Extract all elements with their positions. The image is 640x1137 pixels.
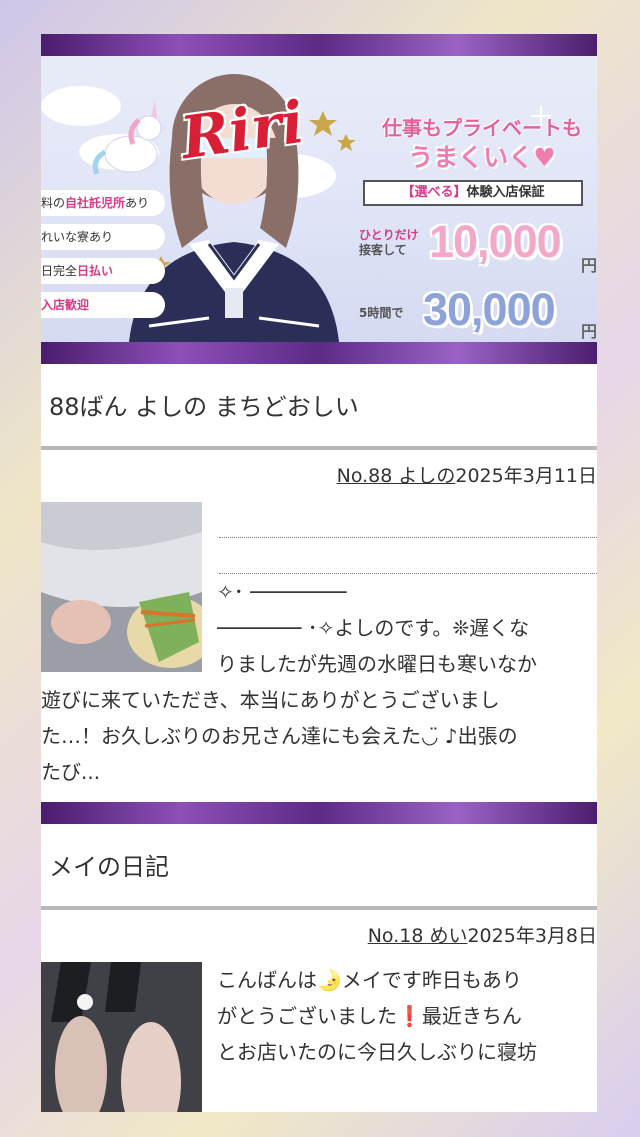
post-date: 2025年3月8日: [467, 925, 597, 947]
diary-post[interactable]: メイの日記 No.18 めい2025年3月8日 こんばんは🌛メイです昨日もあり …: [41, 824, 597, 1112]
guarantee-ribbon: 【選べる】体験入店保証: [363, 180, 583, 206]
perk-item: 料の自社託児所あり: [41, 190, 165, 216]
promo-banner[interactable]: Riri 料の自社託児所あり れいな寮あり 日完全日払い 入店歓迎 仕事もプライ…: [41, 56, 597, 342]
post-author-link[interactable]: No.88 よしの: [337, 465, 456, 487]
page-frame: Riri 料の自社託児所あり れいな寮あり 日完全日払い 入店歓迎 仕事もプライ…: [41, 34, 597, 1112]
post-excerpt-continued: 遊びに来ていただき、本当にありがとうございまし た…！お久しぶりのお兄さん達にも…: [41, 688, 518, 784]
post-title[interactable]: メイの日記: [41, 824, 597, 910]
post-author-link[interactable]: No.18 めい: [368, 925, 468, 947]
post-title[interactable]: 88ばん よしの まちどおしい: [41, 364, 597, 450]
post-body: ✧･ ──────── ─────── ･✧よしのです。❊遅くな りましたが先週…: [41, 502, 597, 790]
promo1-amount: 10,000: [429, 216, 562, 267]
tagline-1: 仕事もプライベートも: [382, 116, 582, 140]
post-meta: No.88 よしの2025年3月11日: [41, 450, 597, 502]
top-purple-bar: [41, 34, 597, 56]
promo2-amount: 30,000: [423, 284, 556, 335]
post-excerpt: ✧･ ──────── ─────── ･✧よしのです。❊遅くな りましたが先週…: [217, 580, 537, 676]
perk-item: れいな寮あり: [41, 224, 165, 250]
perk-list: 料の自社託児所あり れいな寮あり 日完全日払い 入店歓迎: [41, 190, 165, 326]
promo2-label: 5時間で: [359, 306, 404, 320]
perk-item: 入店歓迎: [41, 292, 165, 318]
yen-label: 円: [581, 256, 597, 275]
post-date: 2025年3月11日: [455, 465, 597, 487]
diary-post[interactable]: 88ばん よしの まちどおしい No.88 よしの2025年3月11日 ✧･ ─…: [41, 364, 597, 790]
post-body: こんばんは🌛メイです昨日もあり がとうございました❗最近きちん とお店いたのに今…: [41, 962, 597, 1112]
post-meta: No.18 めい2025年3月8日: [41, 910, 597, 962]
purple-divider: [41, 342, 597, 364]
perk-item: 日完全日払い: [41, 258, 165, 284]
divider-dots: [219, 502, 597, 538]
tagline-2: うまくいく♥: [408, 143, 556, 172]
yen-label: 円: [581, 322, 597, 341]
post-excerpt: こんばんは🌛メイです昨日もあり がとうございました❗最近きちん とお店いたのに今…: [217, 968, 537, 1064]
purple-divider: [41, 802, 597, 824]
divider-dots: [219, 538, 597, 574]
post-thumbnail[interactable]: [41, 962, 202, 1112]
post-thumbnail[interactable]: [41, 502, 202, 672]
promo1-label: ひとりだけ 接客して: [359, 228, 419, 257]
